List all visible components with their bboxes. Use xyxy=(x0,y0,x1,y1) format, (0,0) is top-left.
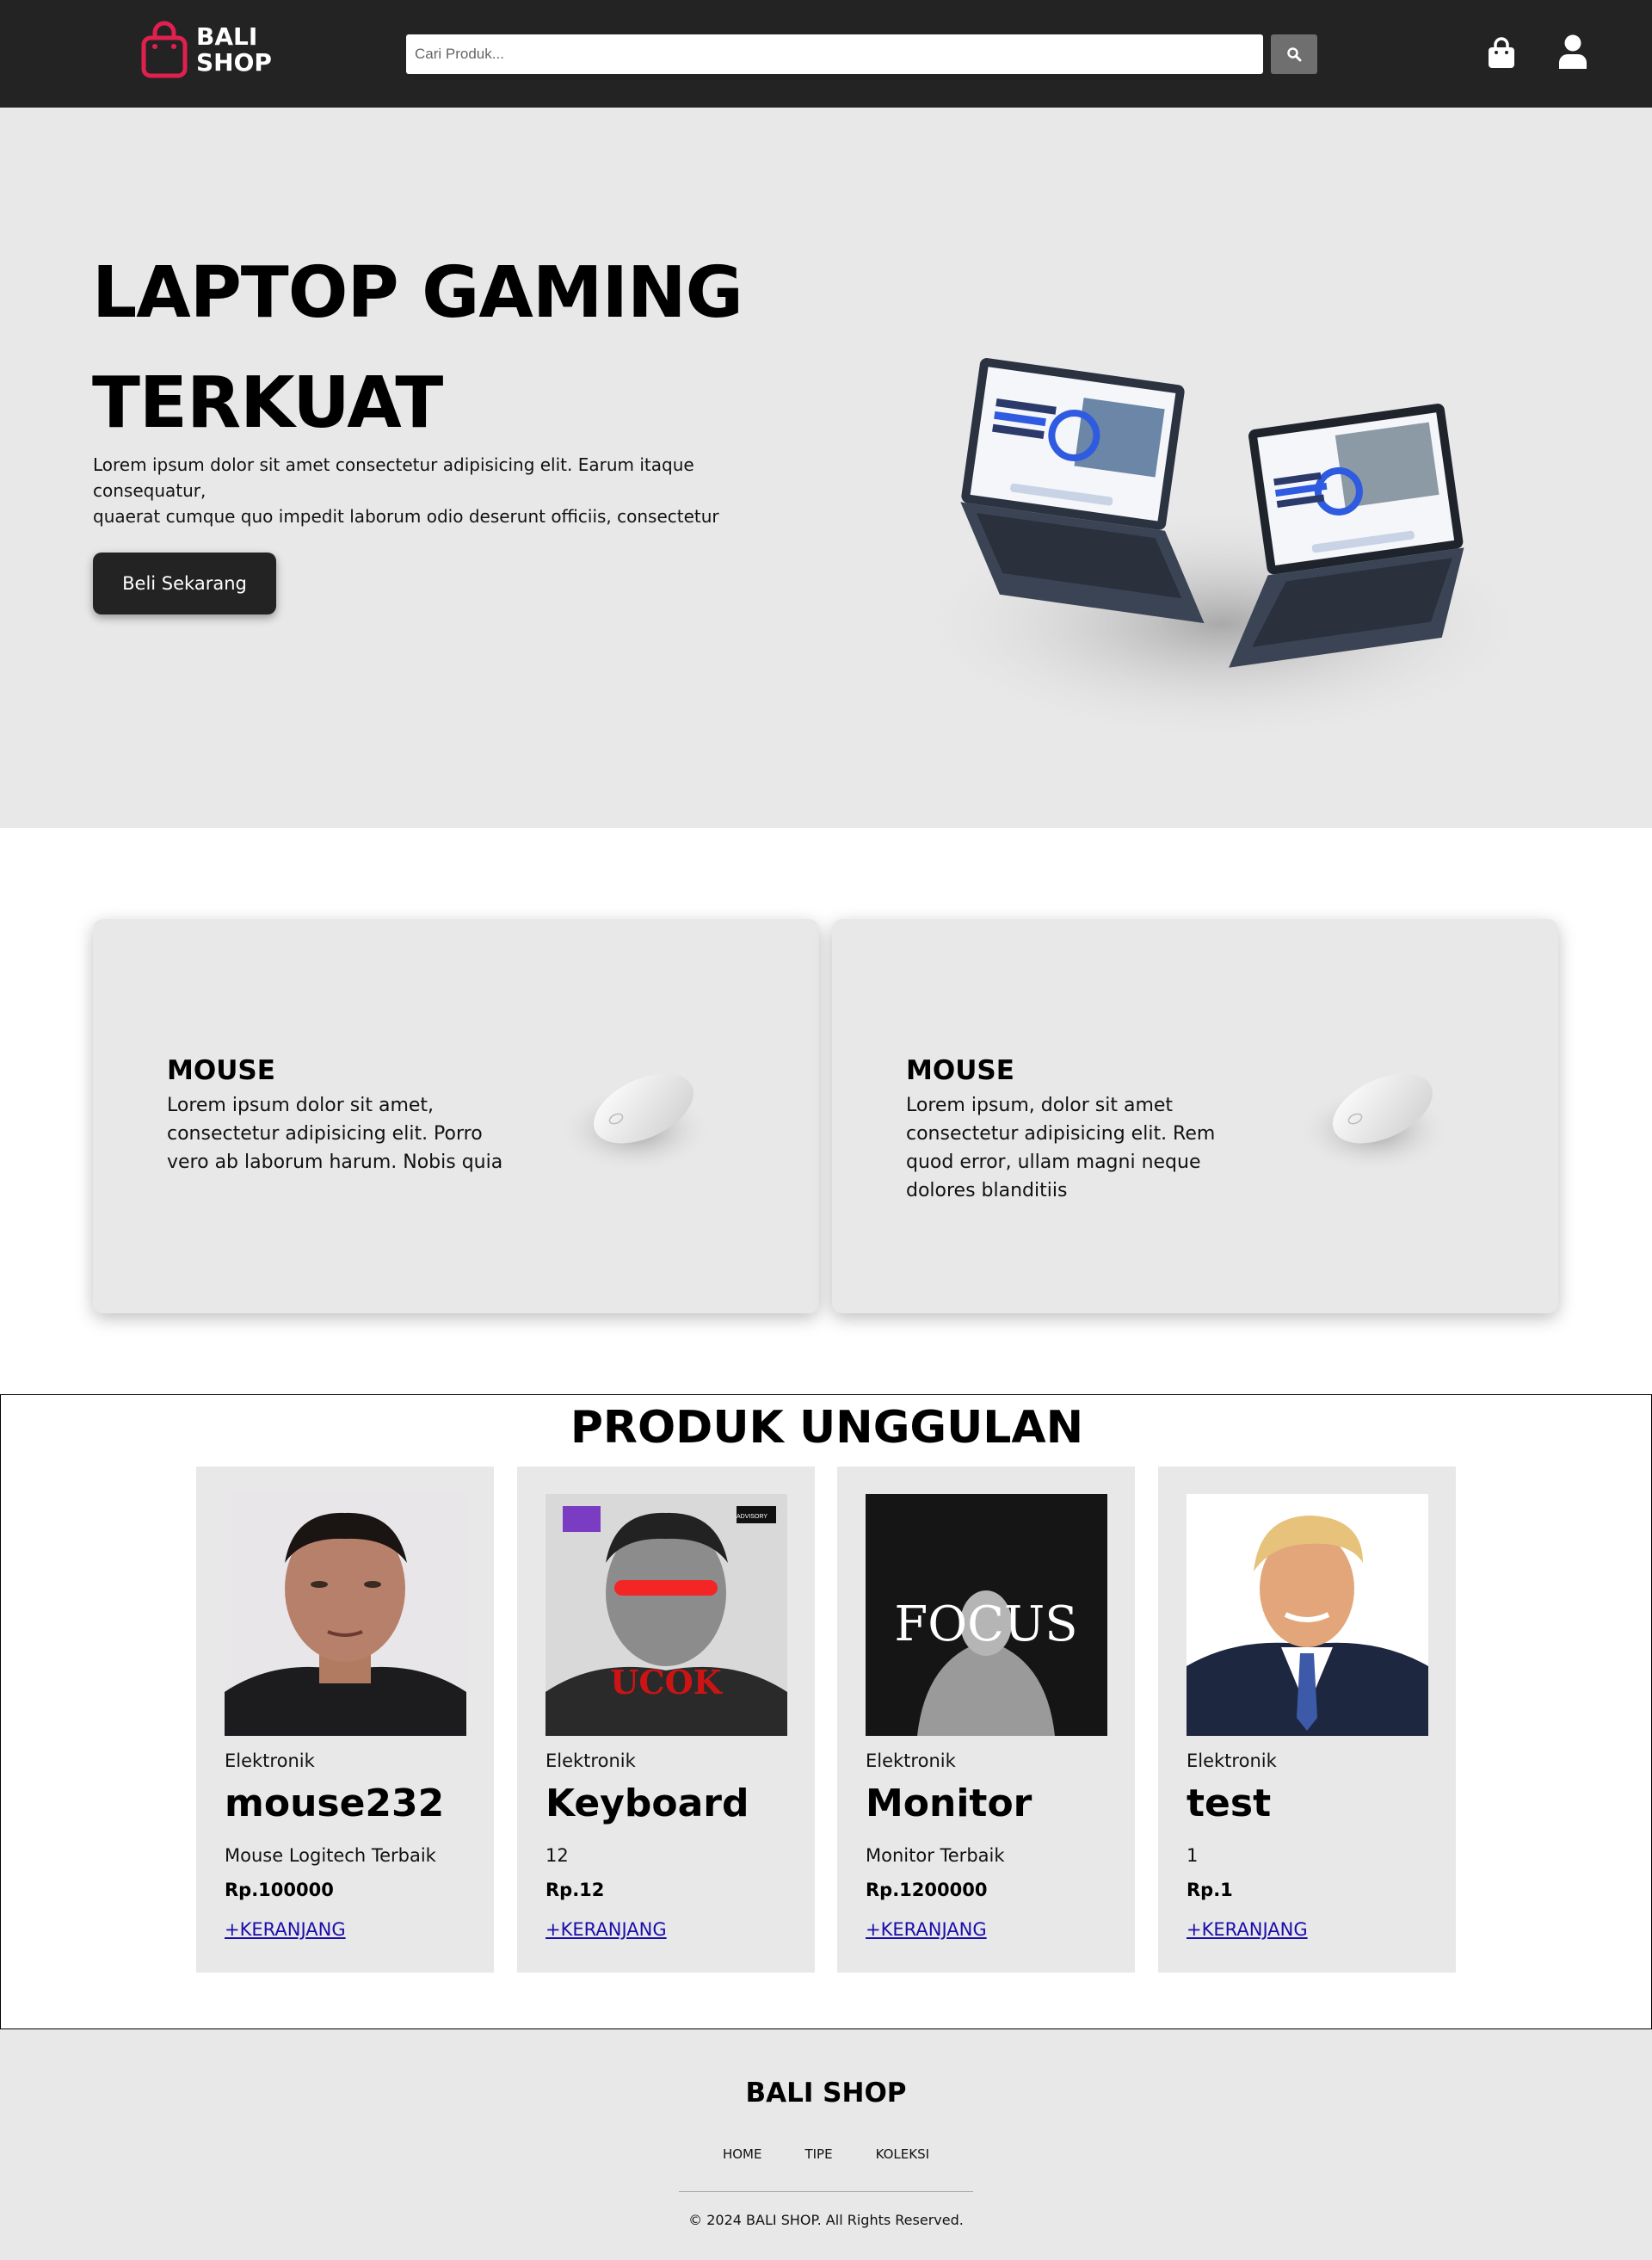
feature-text: Lorem ipsum, dolor sit amet consectetur … xyxy=(906,1095,1216,1201)
hero-laptops-image xyxy=(903,358,1540,744)
hero-description-line-1: Lorem ipsum dolor sit amet consectetur a… xyxy=(93,454,694,501)
product-category: Elektronik xyxy=(1187,1751,1277,1771)
product-card: Elektronik mouse232 Mouse Logitech Terba… xyxy=(196,1467,494,1973)
footer-link-tipe[interactable]: TIPE xyxy=(804,2146,832,2162)
product-description: Mouse Logitech Terbaik xyxy=(225,1845,436,1866)
search-button[interactable] xyxy=(1271,34,1317,74)
add-to-cart-link[interactable]: +KERANJANG xyxy=(546,1919,667,1940)
search-icon xyxy=(1287,47,1302,62)
logo-line-1: BALI xyxy=(196,22,258,51)
product-category: Elektronik xyxy=(225,1751,315,1771)
logo-line-2: SHOP xyxy=(196,48,272,77)
footer-link-home[interactable]: HOME xyxy=(723,2146,762,2162)
logo[interactable]: BALI SHOP xyxy=(141,21,272,79)
featured-products-section: PRODUK UNGGULAN Elektronik mouse232 Mous… xyxy=(0,1394,1652,2029)
product-card: FOCUS Elektronik Monitor Monitor Terbaik… xyxy=(837,1467,1135,1973)
mouse-image xyxy=(558,1073,712,1173)
section-title: PRODUK UNGGULAN xyxy=(570,1402,1084,1454)
feature-text: Lorem ipsum dolor sit amet, consectetur … xyxy=(167,1095,503,1173)
hero-title: LAPTOP GAMING TERKUAT xyxy=(92,252,743,444)
footer-nav: HOME TIPE KOLEKSI xyxy=(0,2146,1652,2162)
product-image xyxy=(1187,1494,1428,1736)
product-category: Elektronik xyxy=(546,1751,636,1771)
poster-title: UCOK xyxy=(610,1663,723,1701)
product-image: FOCUS xyxy=(866,1494,1107,1736)
feature-card: MOUSE Lorem ipsum, dolor sit amet consec… xyxy=(832,919,1558,1313)
svg-text:ADVISORY: ADVISORY xyxy=(737,1514,767,1520)
product-image xyxy=(225,1494,466,1736)
product-description: 1 xyxy=(1187,1845,1199,1866)
add-to-cart-link[interactable]: +KERANJANG xyxy=(225,1919,346,1940)
hero-section: LAPTOP GAMING TERKUAT Lorem ipsum dolor … xyxy=(0,108,1652,828)
copyright: © 2024 BALI SHOP. All Rights Reserved. xyxy=(688,2212,964,2228)
product-name: Monitor xyxy=(866,1781,1032,1825)
hero-description-line-2: quaerat cumque quo impedit laborum odio … xyxy=(93,506,719,527)
product-card: ADVISORY UCOK Elektronik Keyboard 12 Rp.… xyxy=(517,1467,815,1973)
feature-card: MOUSE Lorem ipsum dolor sit amet, consec… xyxy=(93,919,819,1313)
product-description: 12 xyxy=(546,1845,569,1866)
product-name: Keyboard xyxy=(546,1781,749,1825)
footer: BALI SHOP HOME TIPE KOLEKSI © 2024 BALI … xyxy=(0,2029,1652,2260)
product-description: Monitor Terbaik xyxy=(866,1845,1005,1866)
buy-now-button[interactable]: Beli Sekarang xyxy=(93,553,276,614)
search-input[interactable] xyxy=(406,34,1263,74)
add-to-cart-link[interactable]: +KERANJANG xyxy=(866,1919,987,1940)
navbar: BALI SHOP xyxy=(0,0,1652,108)
product-category: Elektronik xyxy=(866,1751,956,1771)
footer-link-koleksi[interactable]: KOLEKSI xyxy=(876,2146,929,2162)
product-price: Rp.1200000 xyxy=(866,1880,988,1900)
footer-divider xyxy=(679,2191,973,2192)
product-name: test xyxy=(1187,1781,1272,1825)
product-price: Rp.100000 xyxy=(225,1880,334,1900)
feature-title: MOUSE xyxy=(906,1055,1014,1086)
footer-brand: BALI SHOP xyxy=(745,2078,907,2109)
feature-title: MOUSE xyxy=(167,1055,275,1086)
cart-icon[interactable] xyxy=(1487,36,1516,69)
product-card: Elektronik test 1 Rp.1 +KERANJANG xyxy=(1158,1467,1456,1973)
product-image: ADVISORY UCOK xyxy=(546,1494,787,1736)
mouse-image xyxy=(1297,1073,1452,1173)
add-to-cart-link[interactable]: +KERANJANG xyxy=(1187,1919,1308,1940)
shopping-bag-icon xyxy=(141,21,188,78)
poster-title: FOCUS xyxy=(894,1596,1077,1652)
product-price: Rp.1 xyxy=(1187,1880,1233,1900)
product-name: mouse232 xyxy=(225,1781,445,1825)
hero-description: Lorem ipsum dolor sit amet consectetur a… xyxy=(93,452,764,529)
product-price: Rp.12 xyxy=(546,1880,605,1900)
user-icon[interactable] xyxy=(1557,34,1588,69)
logo-text: BALI SHOP xyxy=(196,24,272,76)
